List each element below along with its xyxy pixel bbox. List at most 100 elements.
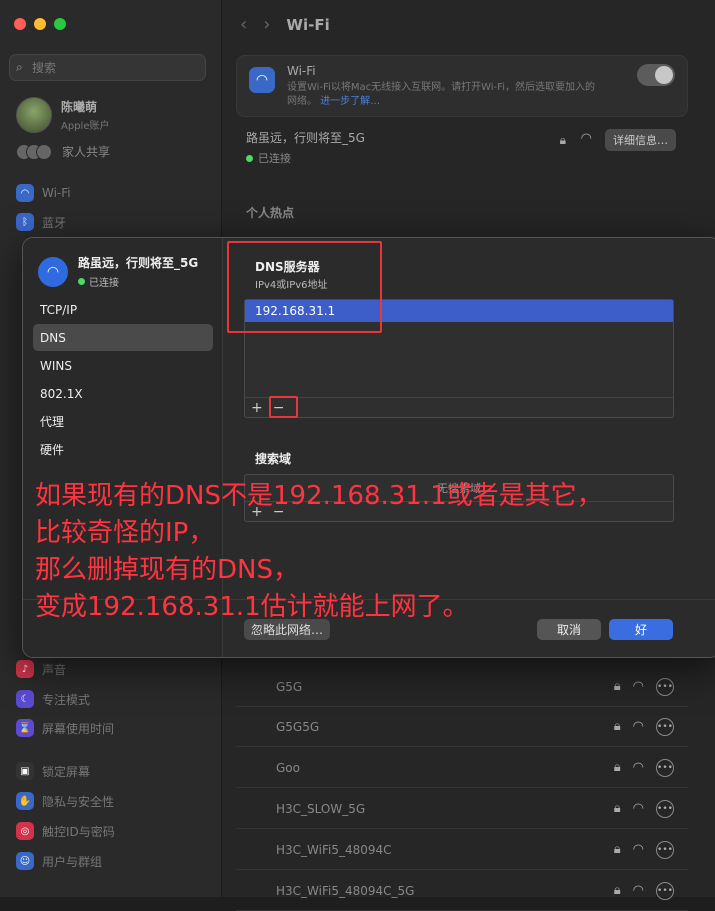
page-title: Wi-Fi [286,15,330,34]
lock-icon: 🔒︎ [613,801,621,816]
connected-dot-icon [246,154,253,162]
sidebar-item-users[interactable]: ☺ 用户与群组 [16,852,102,870]
dns-list-controls: + − [245,397,673,417]
highlight-dns-box [227,241,382,333]
family-sharing[interactable]: 家人共享 [16,143,110,160]
minimize-window-button[interactable] [34,18,46,30]
wifi-card: ◠ Wi-Fi 设置Wi-Fi以将Mac无线接入互联网。请打开Wi-Fi，然后选… [236,55,688,117]
annotation-line: 变成192.168.31.1估计就能上网了。 [35,592,469,622]
tab-hardware[interactable]: 硬件 [33,436,213,463]
sidebar-item-bluetooth[interactable]: ᛒ 蓝牙 [16,213,66,231]
sidebar-item-privacy[interactable]: ✋ 隐私与安全性 [16,792,114,810]
dialog-network-header: ◠ 路虽远，行则将至_5G 已连接 [38,254,198,289]
sidebar-item-focus[interactable]: ☾ 专注模式 [16,690,90,708]
close-window-button[interactable] [14,18,26,30]
forward-arrow-icon[interactable]: › [263,14,270,35]
more-icon[interactable]: ••• [656,717,674,736]
family-label: 家人共享 [62,145,111,159]
sidebar-item-screen-time[interactable]: ⌛ 屏幕使用时间 [16,719,114,737]
zoom-window-button[interactable] [54,18,66,30]
network-name: G5G5G [276,719,320,734]
traffic-lights [14,18,66,30]
apple-account[interactable]: 陈曦萌 Apple账户 [16,97,109,133]
sound-icon: ♪ [16,660,34,678]
annotation-line: 那么删掉现有的DNS， [35,555,299,585]
annotation-line: 如果现有的DNS不是192.168.31.1或者是其它， [35,481,603,511]
more-icon[interactable]: ••• [656,799,674,818]
network-name: H3C_SLOW_5G [276,801,366,816]
network-name: H3C_WiFi5_48094C [276,842,392,857]
annotation-line: 比较奇怪的IP， [35,518,215,548]
current-network[interactable]: 路虽远，行则将至_5G 已连接 🔒︎ ◠ 详细信息… [246,129,688,169]
wifi-desc-line: 设置Wi-Fi以将Mac无线接入互联网。请打开Wi-Fi，然后选取要加入的 [287,82,595,93]
network-name: G5G [276,679,303,694]
network-row[interactable]: H3C_WiFi5_48094C 🔒︎ ◠ ••• [236,830,688,870]
avatar [16,97,52,133]
search-icon: ⌕ [16,60,23,74]
wifi-signal-icon: ◠ [632,719,644,734]
wifi-icon: ◠ [16,184,34,202]
ok-button[interactable]: 好 [609,619,673,640]
network-row[interactable]: H3C_SLOW_5G 🔒︎ ◠ ••• [236,789,688,829]
tab-8021x[interactable]: 802.1X [33,380,213,407]
connected-dot-icon [78,278,85,285]
profile-name: 陈曦萌 [61,100,98,114]
sidebar-item-touchid[interactable]: ◎ 触控ID与密码 [16,822,115,840]
sidebar-item-label: 声音 [42,662,67,677]
sidebar-item-sound[interactable]: ♪ 声音 [16,660,66,678]
tab-dns[interactable]: DNS [33,324,213,351]
network-row[interactable]: Goo 🔒︎ ◠ ••• [236,748,688,788]
add-dns-button[interactable]: + [251,400,263,416]
screen-time-icon: ⌛ [16,719,34,737]
wifi-icon: ◠ [38,256,68,287]
wifi-signal-icon: ◠ [632,842,644,857]
lock-icon: 🔒︎ [613,883,621,898]
more-icon[interactable]: ••• [656,840,674,859]
status-text: 已连接 [89,278,119,289]
tab-wins[interactable]: WINS [33,352,213,379]
wifi-icon: ◠ [249,67,275,93]
network-name: H3C_WiFi5_48094C_5G [276,883,415,898]
bluetooth-icon: ᛒ [16,213,34,231]
lock-icon: 🔒︎ [613,842,621,857]
sidebar-item-lock-screen[interactable]: ▣ 锁定屏幕 [16,762,90,780]
dialog-network-name: 路虽远，行则将至_5G [78,256,199,270]
back-arrow-icon[interactable]: ‹ [240,14,247,35]
wifi-toggle[interactable] [637,64,675,86]
tab-tcpip[interactable]: TCP/IP [33,296,213,323]
wifi-label: Wi-Fi [287,64,316,78]
focus-icon: ☾ [16,690,34,708]
status-text: 已连接 [258,152,291,165]
more-icon[interactable]: ••• [656,758,674,777]
learn-more-link[interactable]: 进一步了解… [320,96,380,107]
family-avatars-icon [16,143,52,160]
lock-icon: 🔒︎ [613,760,621,775]
more-icon[interactable]: ••• [656,677,674,696]
settings-window: ⌕ 搜索 陈曦萌 Apple账户 家人共享 ◠ Wi-Fi ᛒ 蓝牙 ♪ 声音 … [0,0,715,911]
details-button[interactable]: 详细信息… [605,129,676,151]
network-name: Goo [276,760,300,775]
wifi-signal-icon: ◠ [632,760,644,775]
search-input[interactable]: ⌕ 搜索 [9,54,206,81]
privacy-icon: ✋ [16,792,34,810]
sidebar-item-wifi[interactable]: ◠ Wi-Fi [16,184,71,202]
wifi-signal-icon: ◠ [580,131,592,146]
annotation-text: 如果现有的DNS不是192.168.31.1或者是其它， 比较奇怪的IP， 那么… [35,478,603,626]
network-row[interactable]: H3C_WiFi5_48094C_5G 🔒︎ ◠ ••• [236,871,688,911]
network-row[interactable]: G5G 🔒︎ ◠ ••• [236,667,688,707]
users-icon: ☺ [16,852,34,870]
wifi-signal-icon: ◠ [632,801,644,816]
lock-icon: ▣ [16,762,34,780]
sidebar-item-label: 触控ID与密码 [42,824,115,839]
wifi-desc-line: 网络。 [287,96,317,107]
touchid-icon: ◎ [16,822,34,840]
wifi-signal-icon: ◠ [632,883,644,898]
lock-icon: 🔒︎ [613,719,621,734]
sidebar-item-label: 专注模式 [42,692,91,707]
toolbar: ‹ › Wi-Fi [240,14,330,35]
network-row[interactable]: G5G5G 🔒︎ ◠ ••• [236,707,688,747]
search-domains-title: 搜索域 [255,452,292,466]
sidebar-item-label: 屏幕使用时间 [42,721,115,736]
tab-proxy[interactable]: 代理 [33,408,213,435]
profile-subtitle: Apple账户 [61,121,110,132]
